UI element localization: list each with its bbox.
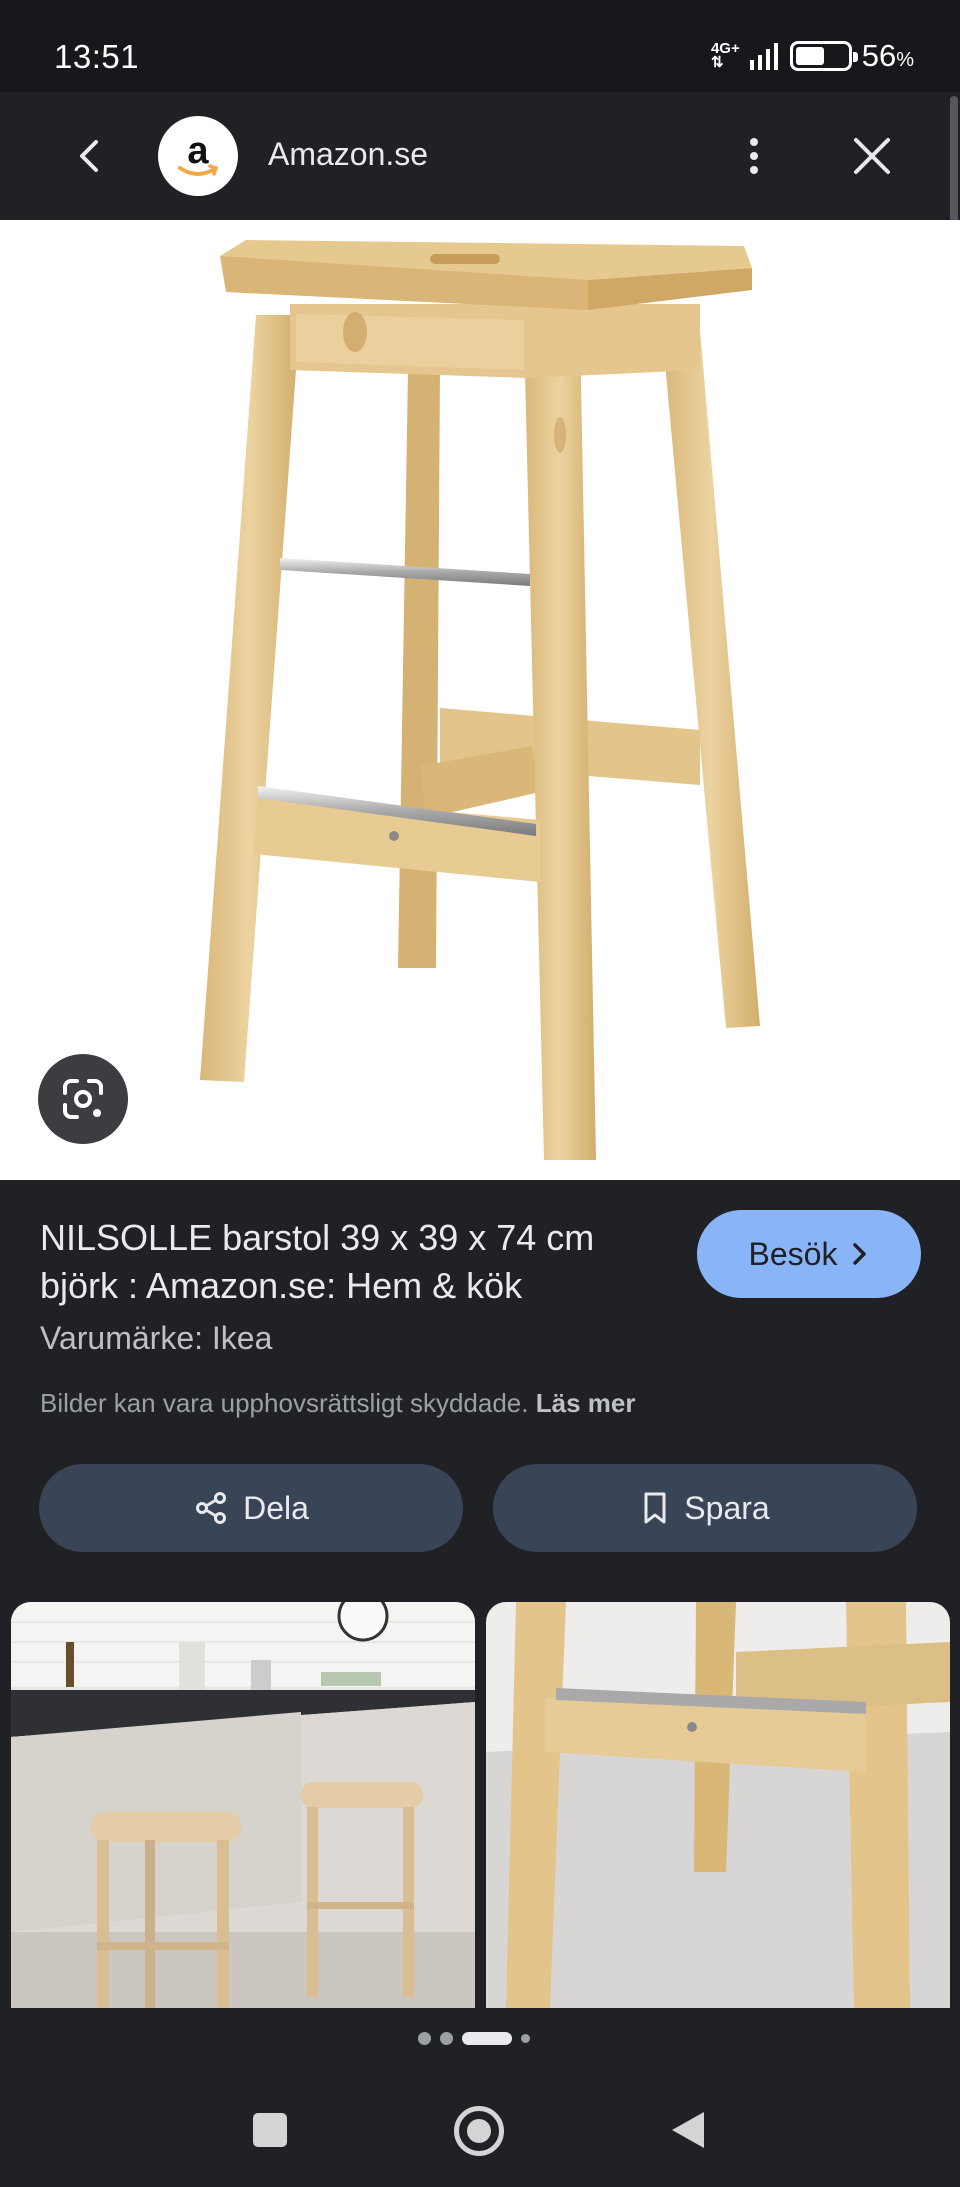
status-time: 13:51: [54, 38, 140, 75]
save-button[interactable]: Spara: [493, 1464, 917, 1552]
site-name[interactable]: Amazon.se: [268, 136, 428, 173]
bar-stool-image: [200, 240, 760, 1160]
carousel-dot[interactable]: [521, 2033, 530, 2043]
lens-icon: [63, 1079, 103, 1119]
svg-text:a: a: [187, 130, 209, 172]
related-image-kitchen[interactable]: [11, 1602, 475, 2008]
carousel-dot[interactable]: [418, 2031, 431, 2045]
nav-back-icon[interactable]: [670, 2110, 706, 2150]
share-icon: [196, 1492, 227, 1524]
back-arrow-icon[interactable]: [66, 132, 114, 180]
product-image[interactable]: [0, 220, 960, 1180]
amazon-logo-icon: a: [178, 130, 218, 176]
chevron-right-icon: [853, 1243, 867, 1265]
visit-label: Besök: [748, 1235, 838, 1272]
network-indicator: 4G+ ⇅: [710, 41, 740, 71]
close-icon[interactable]: [848, 132, 896, 180]
stool-closeup-image: [486, 1602, 950, 2008]
data-arrows-icon: ⇅: [710, 54, 724, 71]
site-favicon: a: [158, 116, 238, 196]
carousel-indicator: [418, 2031, 530, 2045]
carousel-dot-active[interactable]: [462, 2031, 512, 2045]
visit-button[interactable]: Besök: [697, 1210, 921, 1298]
signal-icon: [749, 43, 778, 70]
share-button[interactable]: Dela: [39, 1464, 463, 1552]
app-bar: a Amazon.se: [0, 92, 960, 220]
carousel-dot[interactable]: [440, 2031, 453, 2045]
status-bar: 13:51 4G+ ⇅ 56%: [0, 0, 960, 92]
battery-icon: [789, 41, 858, 71]
copyright-notice: Bilder kan vara upphovsrättsligt skyddad…: [40, 1388, 635, 1419]
read-more-link[interactable]: Läs mer: [536, 1388, 636, 1418]
related-images: [0, 1602, 960, 2008]
share-label: Dela: [243, 1489, 309, 1526]
save-label: Spara: [684, 1489, 770, 1526]
product-title[interactable]: NILSOLLE barstol 39 x 39 x 74 cm björk :…: [40, 1214, 660, 1310]
related-image-closeup[interactable]: [486, 1602, 950, 2008]
battery-level: [795, 47, 824, 65]
bookmark-icon: [644, 1492, 666, 1524]
home-icon[interactable]: [454, 2106, 504, 2156]
status-indicators: 4G+ ⇅ 56%: [711, 38, 914, 74]
brand-label: Varumärke: Ikea: [40, 1320, 273, 1356]
battery-percent: 56%: [861, 38, 914, 73]
more-vert-icon[interactable]: [738, 132, 770, 180]
lens-search-button[interactable]: [38, 1054, 128, 1144]
recent-apps-icon[interactable]: [253, 2113, 287, 2147]
kitchen-stools-image: [11, 1602, 475, 2008]
copyright-text: Bilder kan vara upphovsrättsligt skyddad…: [40, 1388, 529, 1418]
system-nav-bar: [0, 2070, 960, 2187]
